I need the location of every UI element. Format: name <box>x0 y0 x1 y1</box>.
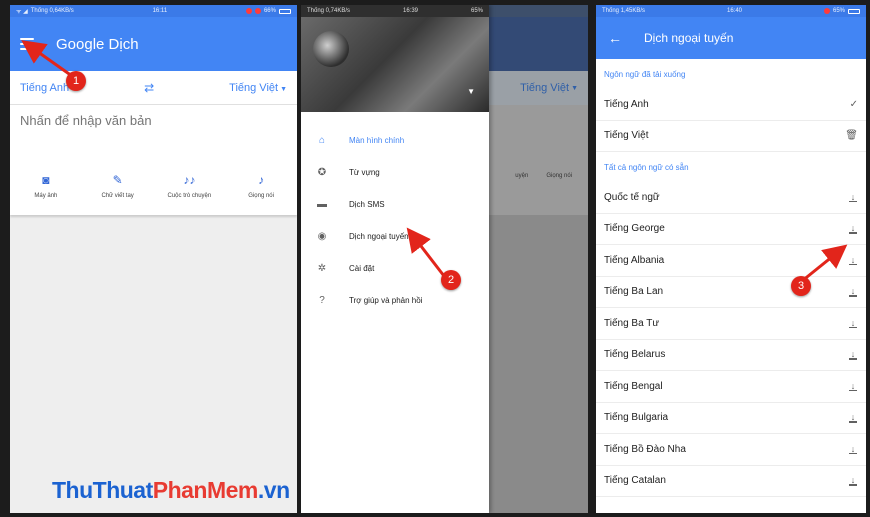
arrow-to-menu-icon <box>21 40 73 78</box>
arrow-to-download-icon <box>801 244 848 283</box>
watermark-part: .vn <box>257 477 290 503</box>
step-badge-3: 3 <box>791 276 811 296</box>
watermark-part: ThuThuat <box>52 477 153 503</box>
tutorial-screenshot: ᯤ ◢ Thống 0,64KB/s 16:11 66% Google Dịch … <box>0 0 870 517</box>
step-badge-2: 2 <box>441 270 461 290</box>
step-badge-1: 1 <box>66 71 86 91</box>
watermark-part: PhanMem <box>152 477 259 503</box>
arrow-to-offline-item <box>406 227 446 277</box>
watermark-logo: ThuThuatPhanMem.vn <box>52 477 290 504</box>
annotation-arrows <box>21 40 848 283</box>
